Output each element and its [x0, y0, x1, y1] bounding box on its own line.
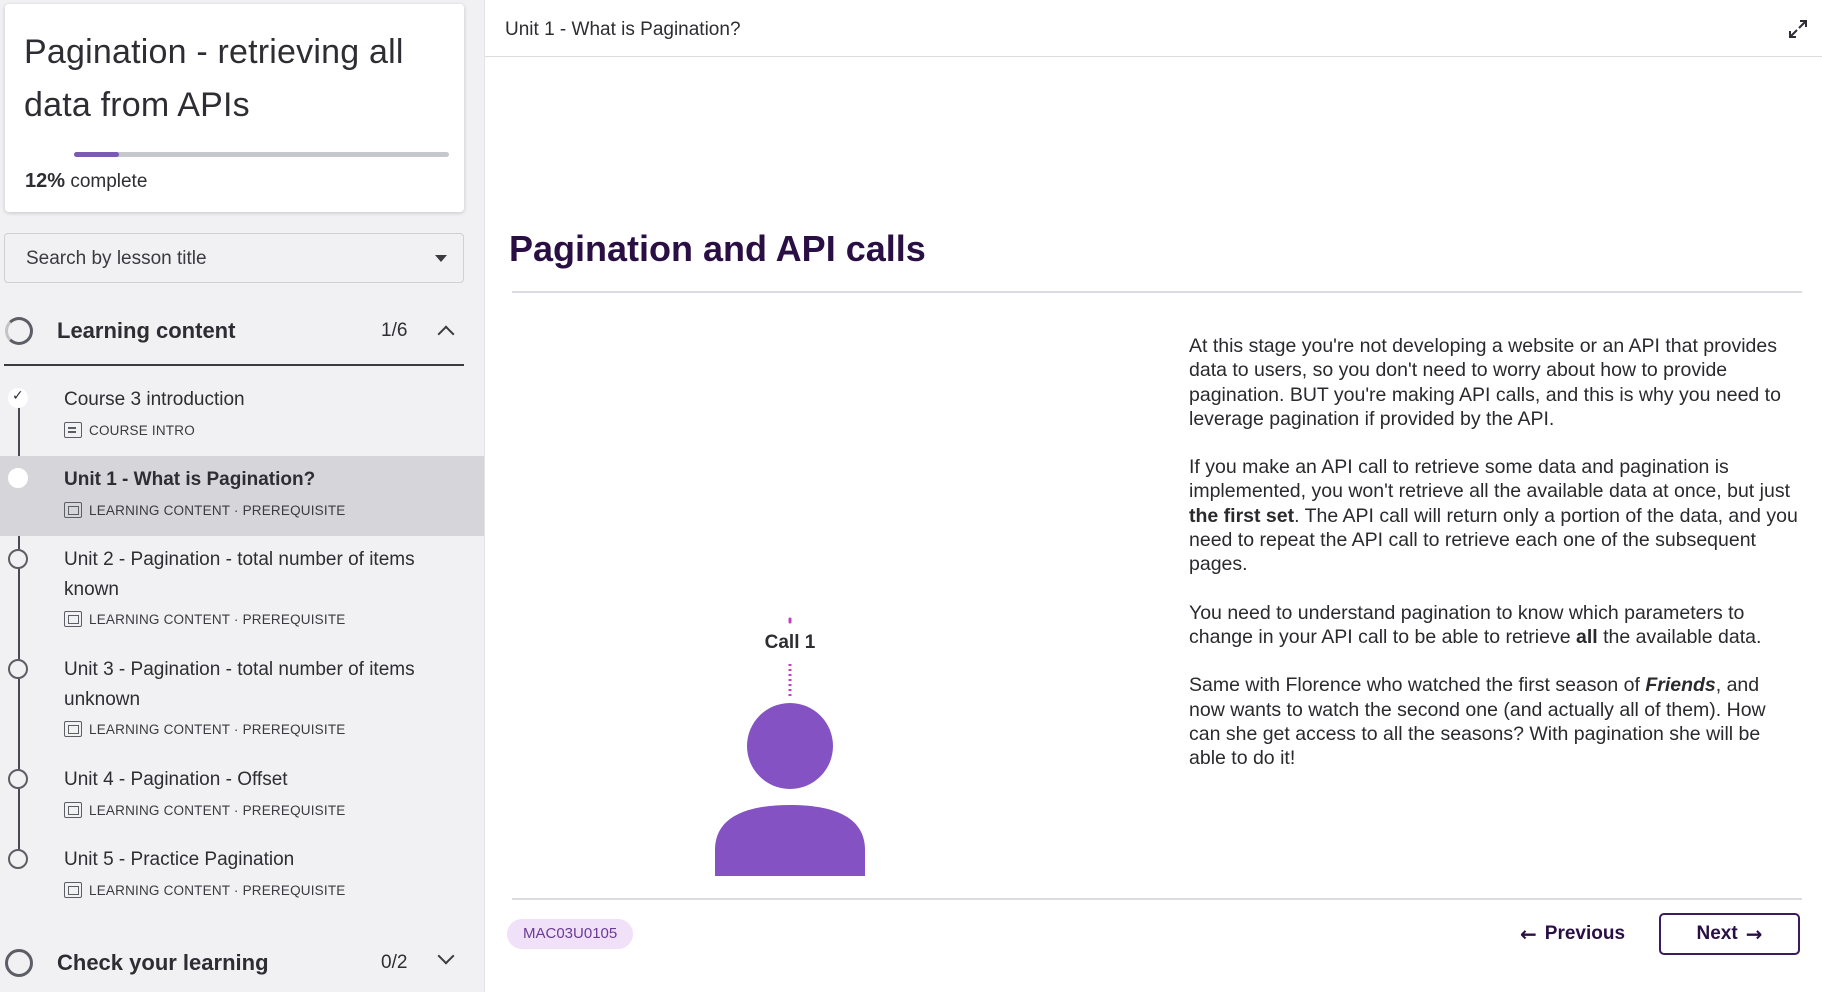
person-head — [747, 703, 833, 789]
lesson-item-course-intro[interactable]: Course 3 introduction COURSE INTRO — [0, 378, 484, 458]
section-learning-content[interactable]: Learning content 1/6 — [0, 302, 464, 358]
section-title: Learning content — [57, 318, 236, 343]
progress-fill — [74, 152, 119, 157]
course-title: Pagination - retrieving all data from AP… — [24, 33, 404, 124]
expand-icon[interactable] — [1787, 18, 1809, 40]
lesson-meta: LEARNING CONTENT · PREREQUISITE — [64, 611, 345, 627]
paragraph-4: Same with Florence who watched the first… — [1189, 674, 1766, 770]
lesson-item-unit-3[interactable]: Unit 3 - Pagination - total number of it… — [0, 651, 484, 759]
lesson-item-unit-4[interactable]: Unit 4 - Pagination - Offset LEARNING CO… — [0, 761, 484, 841]
lesson-title: Unit 4 - Pagination - Offset — [64, 769, 288, 790]
screen-icon — [64, 882, 82, 898]
lesson-meta: COURSE INTRO — [64, 422, 195, 438]
section-count: 1/6 — [381, 320, 408, 341]
lesson-meta-text: LEARNING CONTENT · PREREQUISITE — [89, 611, 346, 627]
app: Pagination - retrieving all data from AP… — [0, 0, 1822, 992]
section-check-your-learning[interactable]: Check your learning 0/2 — [0, 934, 464, 990]
search-lesson-select[interactable]: Search by lesson title — [4, 233, 464, 283]
lesson-status-circle-icon — [8, 659, 28, 679]
screen-icon — [64, 611, 82, 627]
lesson-body: At this stage you're not developing a we… — [1189, 334, 1799, 794]
current-lesson-node-icon — [8, 468, 28, 488]
progress-percent: 12% — [25, 170, 66, 192]
progress-suffix: complete — [70, 171, 148, 192]
lesson-meta-text: LEARNING CONTENT · PREREQUISITE — [89, 721, 346, 737]
lesson-title: Unit 1 - What is Pagination? — [64, 469, 316, 490]
person-illustration: Call 1 — [715, 617, 865, 876]
course-card: Pagination - retrieving all data from AP… — [5, 4, 464, 212]
chevron-down-icon[interactable] — [437, 947, 455, 965]
lesson-meta-text: LEARNING CONTENT · PREREQUISITE — [89, 502, 346, 518]
content-header: Unit 1 - What is Pagination? — [485, 0, 1822, 57]
lesson-title: Unit 2 - Pagination - total number of it… — [64, 549, 415, 600]
screen-icon — [64, 721, 82, 737]
lesson-title: Unit 3 - Pagination - total number of it… — [64, 659, 415, 710]
section-title: Check your learning — [57, 950, 269, 975]
arrow-left-icon: ← — [1520, 922, 1537, 946]
progress-ring-icon — [5, 317, 33, 345]
lesson-status-circle-icon — [8, 849, 28, 869]
lesson-title: Unit 5 - Practice Pagination — [64, 849, 295, 870]
slide-title: Pagination and API calls — [509, 228, 926, 269]
lesson-meta: LEARNING CONTENT · PREREQUISITE — [64, 721, 345, 737]
unit-code-badge: MAC03U0105 — [507, 919, 634, 949]
arrow-right-icon: → — [1745, 922, 1763, 946]
lesson-item-unit-5[interactable]: Unit 5 - Practice Pagination LEARNING CO… — [0, 841, 484, 921]
lesson-item-unit-1[interactable]: Unit 1 - What is Pagination? LEARNING CO… — [0, 456, 484, 536]
search-placeholder: Search by lesson title — [26, 248, 207, 269]
call-label: Call 1 — [765, 632, 816, 653]
sidebar: Pagination - retrieving all data from AP… — [0, 0, 484, 992]
lesson-meta-text: COURSE INTRO — [89, 422, 195, 438]
lesson-content: Unit 1 - What is Pagination? Pagination … — [484, 0, 1822, 992]
title-divider — [512, 291, 1802, 293]
lesson-meta-text: LEARNING CONTENT · PREREQUISITE — [89, 882, 346, 898]
section-count: 0/2 — [381, 952, 408, 973]
lesson-meta: LEARNING CONTENT · PREREQUISITE — [64, 802, 345, 818]
lesson-item-unit-2[interactable]: Unit 2 - Pagination - total number of it… — [0, 541, 484, 649]
chevron-up-icon[interactable] — [437, 325, 455, 343]
lesson-status-circle-icon — [8, 549, 28, 569]
lesson-status-circle-icon — [8, 769, 28, 789]
screen-icon — [64, 802, 82, 818]
paragraph-3: You need to understand pagination to kno… — [1189, 601, 1762, 648]
person-body — [715, 805, 865, 876]
footer-divider — [512, 898, 1802, 900]
previous-label: Previous — [1544, 923, 1626, 944]
lesson-meta: LEARNING CONTENT · PREREQUISITE — [64, 502, 345, 518]
progress-ring-icon — [5, 949, 33, 977]
progress-text: 12% complete — [25, 170, 147, 193]
paragraph-1: At this stage you're not developing a we… — [1189, 335, 1781, 430]
lesson-meta: LEARNING CONTENT · PREREQUISITE — [64, 882, 345, 898]
lesson-title: Course 3 introduction — [64, 389, 245, 410]
lesson-meta-text: LEARNING CONTENT · PREREQUISITE — [89, 802, 346, 818]
next-label: Next — [1696, 923, 1738, 944]
unit-title: Unit 1 - What is Pagination? — [505, 19, 741, 40]
check-icon — [8, 388, 28, 408]
caret-down-icon — [435, 255, 447, 262]
previous-button[interactable]: ← Previous — [1514, 914, 1631, 954]
paragraph-2: If you make an API call to retrieve some… — [1189, 456, 1798, 576]
screen-icon — [64, 502, 82, 518]
document-icon — [64, 422, 82, 438]
section-divider — [4, 364, 464, 366]
next-button[interactable]: Next → — [1659, 913, 1800, 955]
progress-bar — [74, 152, 449, 157]
